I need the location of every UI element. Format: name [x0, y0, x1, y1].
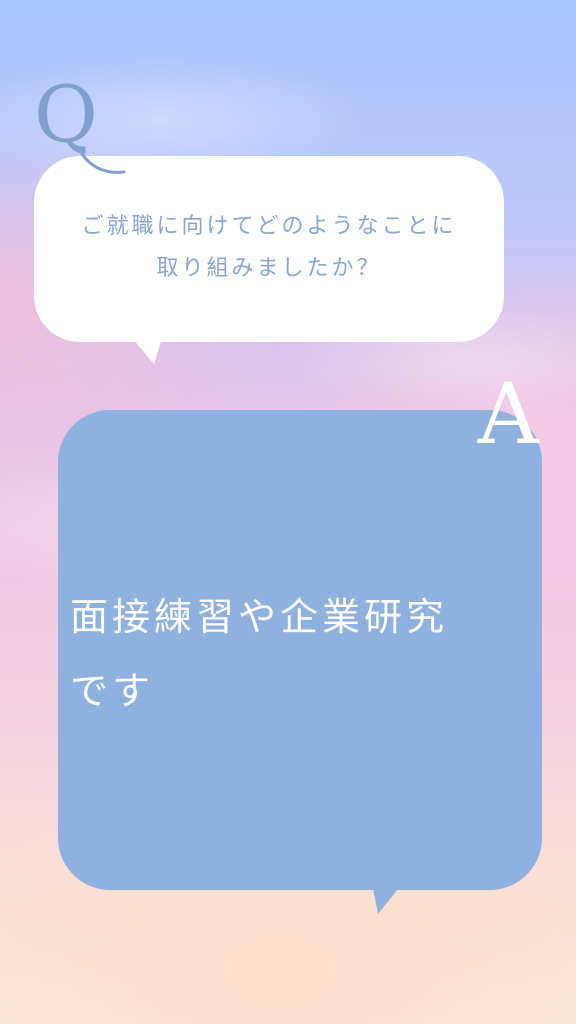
answer-marker: A: [478, 365, 539, 463]
question-marker: Q: [34, 70, 98, 160]
question-line-2: 取り組みましたか？: [156, 256, 382, 281]
answer-line-1: 面接練習や企業研究: [70, 595, 449, 639]
question-marker-swash: [80, 152, 126, 174]
question-line-1: ご就職に向けてどのようなことに: [81, 214, 457, 239]
question-bubble-pointer: [132, 338, 162, 364]
answer-bubble-pointer: [372, 884, 402, 914]
answer-text: 面接練習や企業研究 です: [70, 580, 530, 728]
question-text: ご就職に向けてどのようなことに 取り組みましたか？: [34, 206, 504, 290]
answer-line-2: です: [70, 669, 155, 713]
